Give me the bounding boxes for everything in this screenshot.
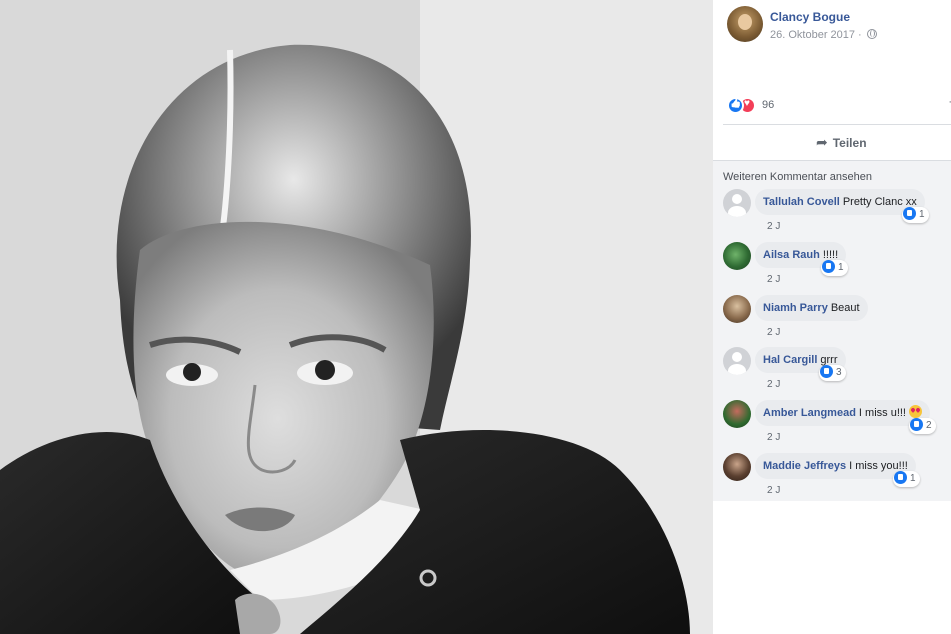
comment-bubble: Maddie Jeffreys I miss you!!! <box>755 453 916 479</box>
like-thumb-icon <box>910 418 923 431</box>
comment-item: Amber Langmead I miss u!!! 2 2 J <box>723 400 951 448</box>
comment-time[interactable]: 2 J <box>767 485 780 496</box>
heart-eyes-emoji-icon <box>908 405 922 418</box>
post-side-panel: Clancy Bogue 26. Oktober 2017 · 96 7 K ➦… <box>713 0 951 634</box>
author-name-link[interactable]: Clancy Bogue <box>770 10 850 24</box>
comment-text: I miss u!!! <box>858 407 906 419</box>
like-count: 2 <box>926 420 932 431</box>
post-date-text[interactable]: 26. Oktober 2017 · <box>770 29 862 41</box>
like-thumb-icon <box>903 207 916 220</box>
comment-time[interactable]: 2 J <box>767 379 780 390</box>
like-count: 1 <box>838 262 844 273</box>
comment-like-badge[interactable]: 1 <box>902 207 929 223</box>
commenter-avatar[interactable] <box>723 453 751 481</box>
commenter-avatar[interactable] <box>723 400 751 428</box>
commenter-name[interactable]: Niamh Parry <box>763 302 828 314</box>
divider <box>723 124 951 125</box>
commenter-avatar[interactable] <box>723 189 751 217</box>
like-thumb-icon <box>822 260 835 273</box>
portrait-image <box>0 0 713 634</box>
comment-like-badge[interactable]: 2 <box>909 418 936 434</box>
view-more-comments-link[interactable]: Weiteren Kommentar ansehen <box>723 171 872 183</box>
share-icon: ➦ <box>816 134 828 150</box>
comment-item: Hal Cargill grrr 3 2 J <box>723 347 951 395</box>
post-photo[interactable] <box>0 0 713 634</box>
comment-bubble: Amber Langmead I miss u!!! <box>755 400 930 426</box>
comment-item: Ailsa Rauh!!!!! 1 2 J <box>723 242 951 290</box>
like-count: 1 <box>919 209 925 220</box>
comment-bubble: Niamh Parry Beaut <box>755 295 868 321</box>
comment-like-badge[interactable]: 3 <box>819 365 846 381</box>
like-reaction-icon <box>727 97 744 114</box>
comment-text: Beaut <box>830 302 860 314</box>
commenter-avatar[interactable] <box>723 295 751 323</box>
comment-bubble: Tallulah Covell Pretty Clanc xx <box>755 189 925 215</box>
commenter-avatar[interactable] <box>723 347 751 375</box>
like-count: 1 <box>910 473 916 484</box>
commenter-name[interactable]: Hal Cargill <box>763 354 817 366</box>
globe-icon <box>866 29 877 39</box>
commenter-name[interactable]: Maddie Jeffreys <box>763 460 846 472</box>
share-button[interactable]: ➦ Teilen <box>816 134 867 151</box>
comment-item: Tallulah Covell Pretty Clanc xx 1 2 J <box>723 189 951 237</box>
comment-item: Niamh Parry Beaut 2 J <box>723 295 951 343</box>
comment-time[interactable]: 2 J <box>767 432 780 443</box>
comment-item: Maddie Jeffreys I miss you!!! 1 2 J <box>723 453 951 501</box>
comment-like-badge[interactable]: 1 <box>893 471 920 487</box>
comment-time[interactable]: 2 J <box>767 221 780 232</box>
commenter-name[interactable]: Amber Langmead <box>763 407 856 419</box>
commenter-name[interactable]: Ailsa Rauh <box>763 249 820 261</box>
comment-like-badge[interactable]: 1 <box>821 260 848 276</box>
like-thumb-icon <box>894 471 907 484</box>
author-avatar[interactable] <box>727 6 763 42</box>
post-date[interactable]: 26. Oktober 2017 · <box>770 29 877 41</box>
commenter-name[interactable]: Tallulah Covell <box>763 196 840 208</box>
reactions-bar[interactable]: 96 7 K <box>727 97 951 115</box>
comment-time[interactable]: 2 J <box>767 274 780 285</box>
commenter-avatar[interactable] <box>723 242 751 270</box>
comment-time[interactable]: 2 J <box>767 327 780 338</box>
like-thumb-icon <box>820 365 833 378</box>
share-label: Teilen <box>832 136 867 150</box>
comment-text: Pretty Clanc xx <box>842 196 917 208</box>
reaction-count[interactable]: 96 <box>762 99 774 111</box>
like-count: 3 <box>836 367 842 378</box>
